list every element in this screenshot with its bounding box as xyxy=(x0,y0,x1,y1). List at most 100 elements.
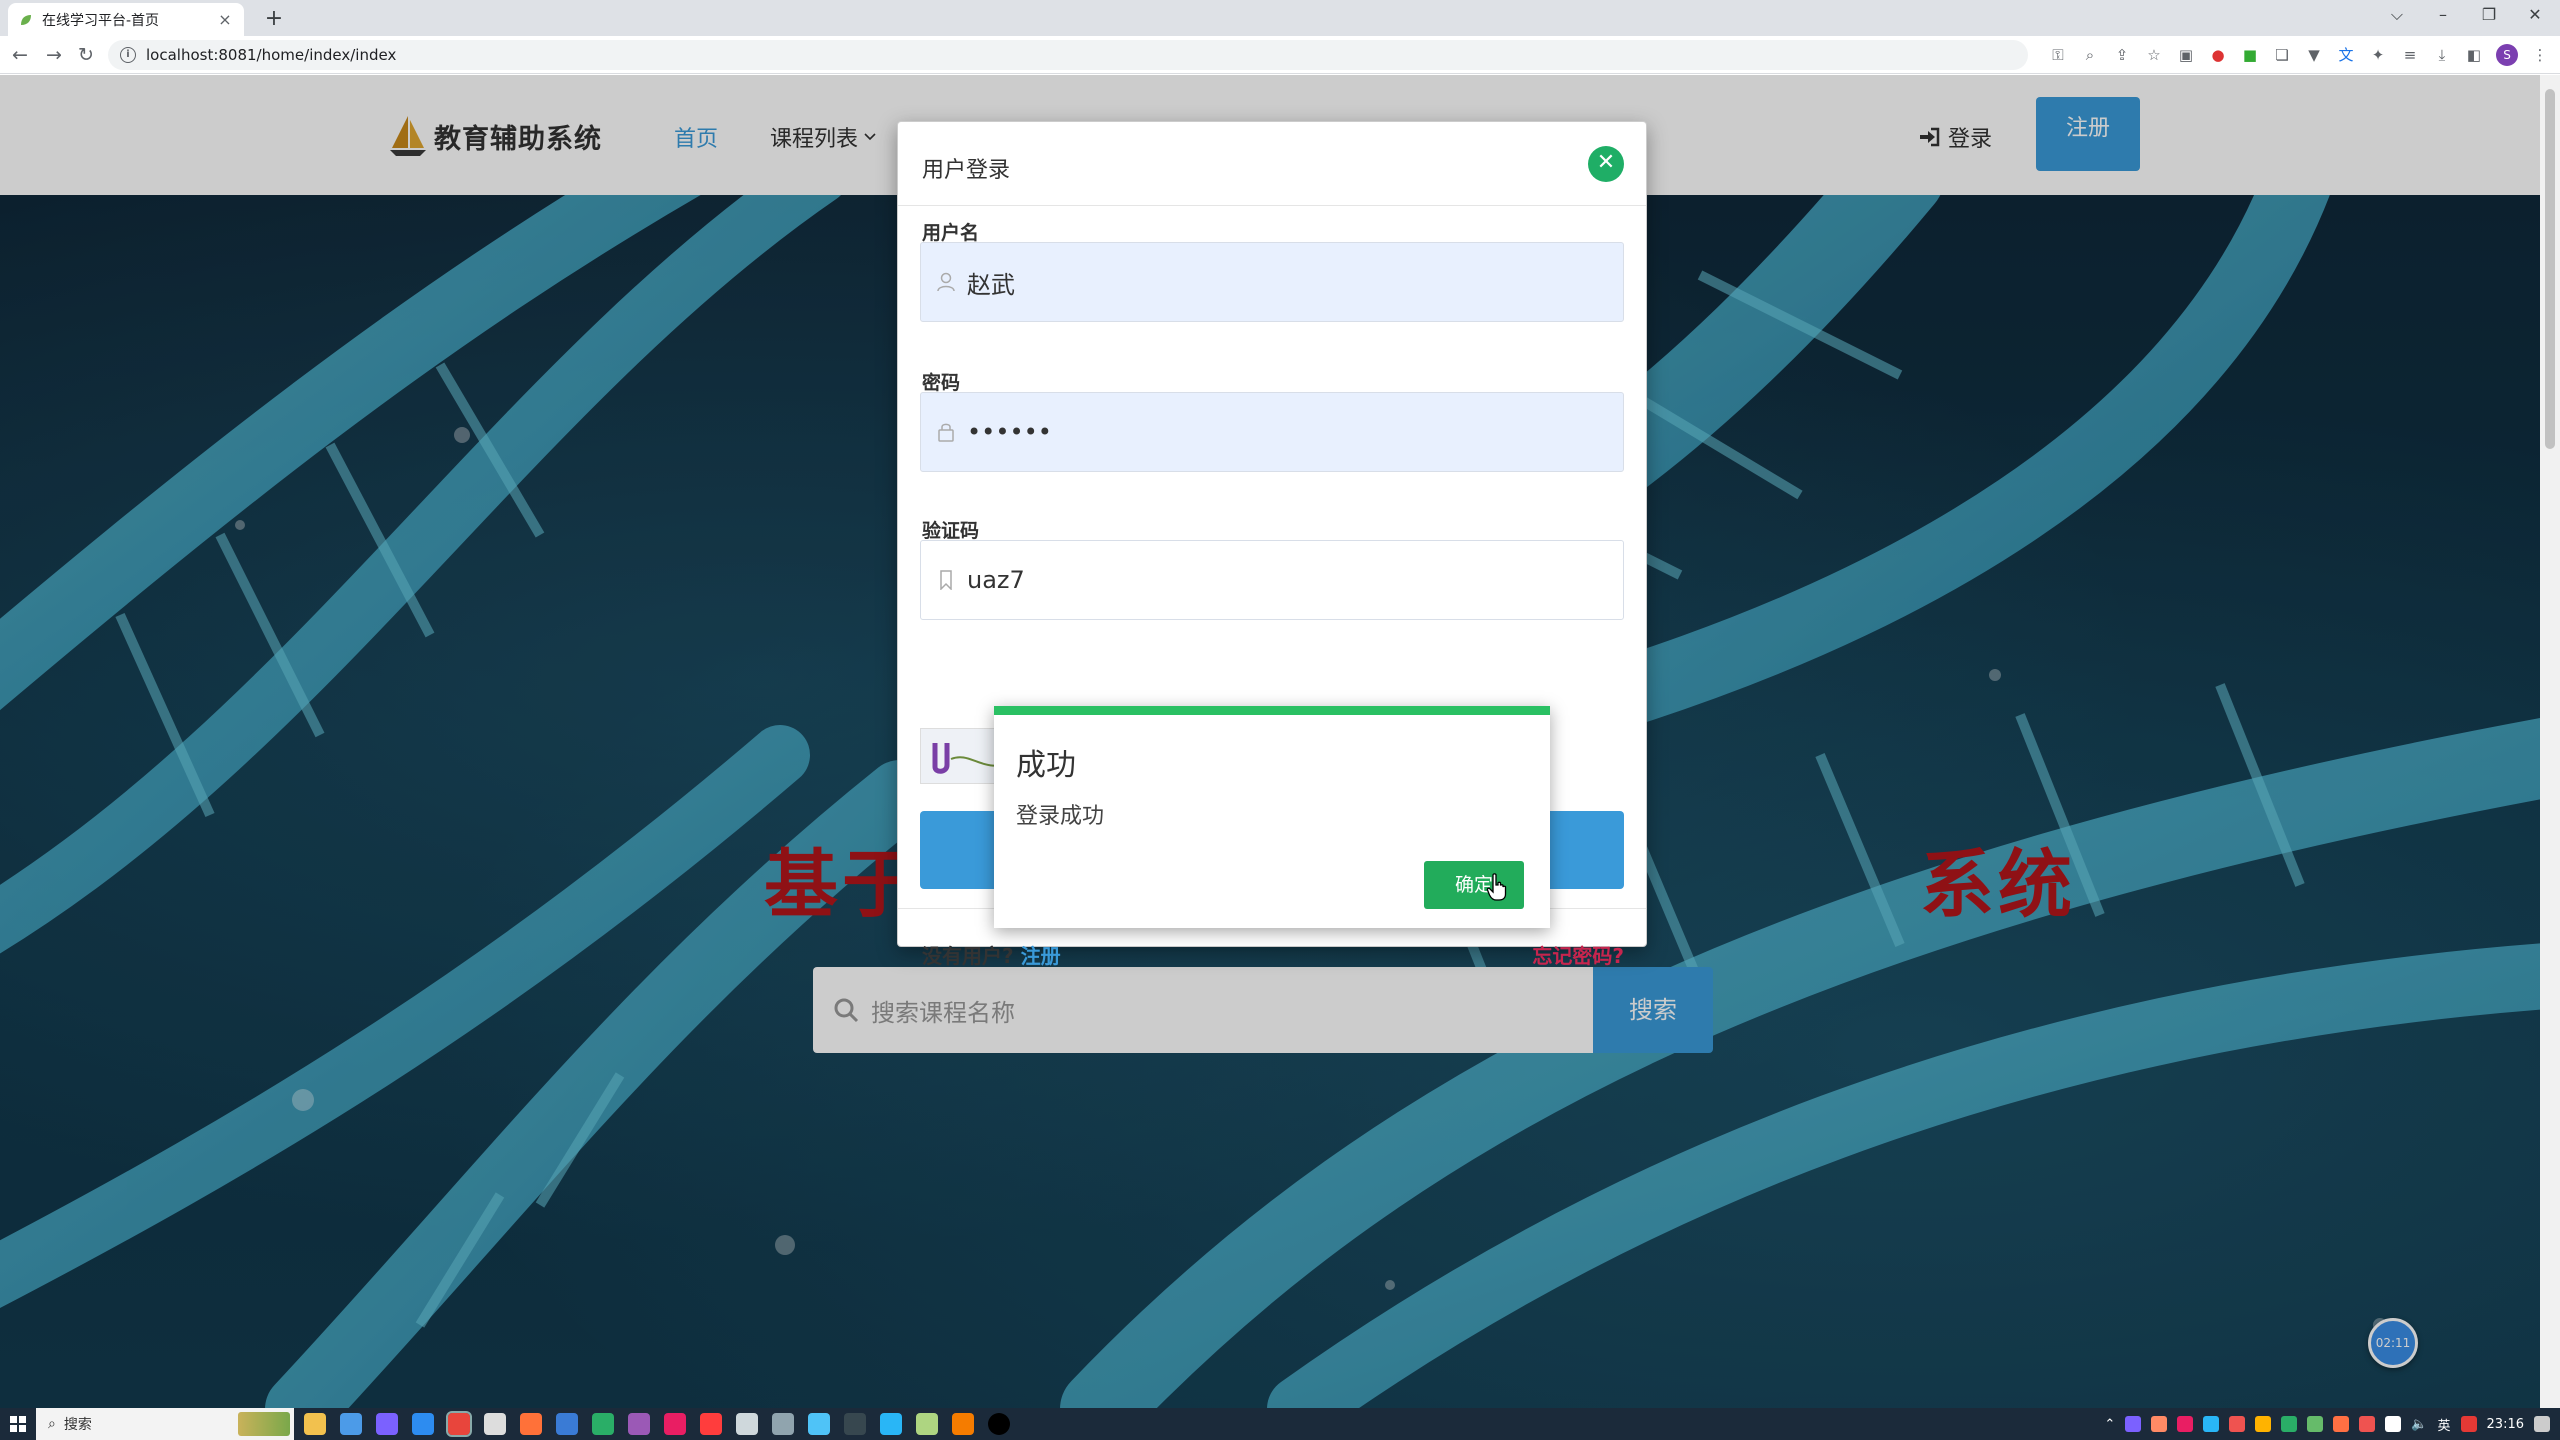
forward-icon[interactable]: → xyxy=(40,41,68,69)
tray-app-icon-10[interactable] xyxy=(2460,1416,2477,1432)
app-icon-11[interactable] xyxy=(988,1413,1010,1435)
tray-app-icon-6[interactable] xyxy=(2255,1416,2272,1432)
bookmark-star-icon[interactable]: ☆ xyxy=(2144,45,2164,65)
browser-tabbar: 在线学习平台-首页 × + ⌵ – ❐ ✕ xyxy=(0,0,2560,36)
browser-tab[interactable]: 在线学习平台-首页 × xyxy=(8,3,244,36)
extensions-row: ⚿ ⌕ ⇪ ☆ ▣ ● ■ ❏ ▼ 文 ✦ ≡ ⤓ ◧ S ⋮ xyxy=(2048,42,2550,68)
page: 基于 系统 搜索课程名称 搜索 02:11 教育辅助系统 首页 课程列表 登录 注… xyxy=(0,75,2540,1409)
extension-green-icon[interactable]: ■ xyxy=(2240,45,2260,65)
password-field[interactable]: •••••• xyxy=(920,392,1624,472)
close-icon[interactable]: ✕ xyxy=(1588,146,1624,182)
filter-icon[interactable]: ▼ xyxy=(2304,45,2324,65)
restore-button[interactable]: ❐ xyxy=(2466,0,2512,32)
camera-icon[interactable]: ▣ xyxy=(2176,45,2196,65)
terminal-icon[interactable] xyxy=(844,1413,866,1435)
lock-icon xyxy=(935,421,957,443)
confirm-button[interactable]: 确定 xyxy=(1424,861,1524,909)
tray-app-icon-8[interactable] xyxy=(2333,1416,2350,1432)
success-top-bar xyxy=(994,706,1550,715)
success-title: 成功 xyxy=(1016,748,1076,783)
download-icon[interactable]: ⤓ xyxy=(2432,45,2452,65)
username-field[interactable]: 赵武 xyxy=(920,242,1624,322)
tray-app-icon-4[interactable] xyxy=(2203,1416,2220,1432)
store-icon[interactable] xyxy=(340,1413,362,1435)
puzzle-icon[interactable]: ✦ xyxy=(2368,45,2388,65)
tab-search-icon[interactable]: ⌵ xyxy=(2374,0,2420,32)
profile-avatar[interactable]: S xyxy=(2496,44,2518,66)
url-text: localhost:8081/home/index/index xyxy=(146,46,397,64)
forgot-password-link[interactable]: 忘记密码? xyxy=(1532,940,1624,969)
success-message: 登录成功 xyxy=(1016,804,1105,829)
app-icon-1[interactable] xyxy=(376,1413,398,1435)
bookmark-icon xyxy=(935,569,957,591)
app-icon-5[interactable] xyxy=(664,1413,686,1435)
tray-app-icon-7[interactable] xyxy=(2307,1416,2324,1432)
intellij-icon[interactable] xyxy=(952,1413,974,1435)
app-icon-3[interactable] xyxy=(556,1413,578,1435)
username-value: 赵武 xyxy=(967,270,1015,299)
notepad-icon[interactable] xyxy=(916,1413,938,1435)
user-icon xyxy=(935,271,957,293)
app-icon-6[interactable] xyxy=(700,1413,722,1435)
file-explorer-icon[interactable] xyxy=(304,1413,326,1435)
volume-icon[interactable]: 🔈 xyxy=(2411,1417,2427,1432)
system-tray: ⌃ 🔈 英 23:16 xyxy=(2104,1408,2560,1440)
tray-app-icon-1[interactable] xyxy=(2125,1416,2142,1432)
app-icon-9[interactable] xyxy=(808,1413,830,1435)
tray-app-icon-3[interactable] xyxy=(2177,1416,2194,1432)
tray-app-icon-5[interactable] xyxy=(2229,1416,2246,1432)
password-label: 密码 xyxy=(922,372,961,394)
notification-icon[interactable] xyxy=(2534,1416,2550,1432)
taskbar-apps xyxy=(304,1411,1010,1437)
clock[interactable]: 23:16 xyxy=(2487,1417,2524,1432)
app-icon-10[interactable] xyxy=(880,1413,902,1435)
success-dialog: 成功 登录成功 确定 xyxy=(994,706,1550,928)
network-icon[interactable] xyxy=(2385,1416,2402,1432)
captcha-value: uaz7 xyxy=(967,566,1025,594)
no-account-text: 没有用户? 注册 xyxy=(922,940,1061,969)
chrome-icon[interactable] xyxy=(446,1411,472,1437)
taskbar-search[interactable]: ⌕ 搜索 xyxy=(36,1408,294,1440)
wechat-icon[interactable] xyxy=(592,1413,614,1435)
shield-icon[interactable]: ● xyxy=(2208,45,2228,65)
windows-start-icon[interactable] xyxy=(0,1408,36,1440)
tray-chevron-icon[interactable]: ⌃ xyxy=(2104,1417,2115,1432)
site-info-icon[interactable]: i xyxy=(120,47,136,63)
app-icon-4[interactable] xyxy=(628,1413,650,1435)
app-icon-7[interactable] xyxy=(736,1413,758,1435)
app-icon-2[interactable] xyxy=(412,1413,434,1435)
share-icon[interactable]: ⇪ xyxy=(2112,45,2132,65)
no-account-label: 没有用户? xyxy=(922,944,1014,968)
hand-cursor-icon xyxy=(1486,873,1507,901)
tray-wechat-icon[interactable] xyxy=(2281,1416,2298,1432)
username-label: 用户名 xyxy=(922,222,980,244)
side-panel-icon[interactable]: ◧ xyxy=(2464,45,2484,65)
close-window-button[interactable]: ✕ xyxy=(2512,0,2558,32)
url-field[interactable]: i localhost:8081/home/index/index xyxy=(108,40,2028,70)
copy-icon[interactable]: ❏ xyxy=(2272,45,2292,65)
login-modal-title: 用户登录 xyxy=(922,158,1011,183)
reload-icon[interactable]: ↻ xyxy=(72,41,100,69)
tray-app-icon-9[interactable] xyxy=(2359,1416,2376,1432)
translate-icon[interactable]: 文 xyxy=(2336,45,2356,65)
minimize-button[interactable]: – xyxy=(2420,0,2466,32)
key-icon[interactable]: ⚿ xyxy=(2048,45,2068,65)
app-icon-8[interactable] xyxy=(772,1413,794,1435)
settings-icon[interactable] xyxy=(484,1413,506,1435)
ime-indicator[interactable]: 英 xyxy=(2438,1415,2451,1434)
register-link[interactable]: 注册 xyxy=(1021,944,1061,968)
menu-icon[interactable]: ⋮ xyxy=(2530,45,2550,65)
firefox-icon[interactable] xyxy=(520,1413,542,1435)
page-scrollbar[interactable] xyxy=(2540,75,2560,1409)
leaf-icon xyxy=(18,12,34,28)
reading-list-icon[interactable]: ≡ xyxy=(2400,45,2420,65)
captcha-field[interactable]: uaz7 xyxy=(920,540,1624,620)
scrollbar-thumb[interactable] xyxy=(2545,89,2555,449)
tab-close-icon[interactable]: × xyxy=(216,10,234,29)
password-value: •••••• xyxy=(967,418,1052,446)
address-bar: ← → ↻ i localhost:8081/home/index/index … xyxy=(0,36,2560,74)
back-icon[interactable]: ← xyxy=(6,41,34,69)
new-tab-button[interactable]: + xyxy=(260,5,288,33)
tray-app-icon-2[interactable] xyxy=(2151,1416,2168,1432)
zoom-icon[interactable]: ⌕ xyxy=(2080,45,2100,65)
